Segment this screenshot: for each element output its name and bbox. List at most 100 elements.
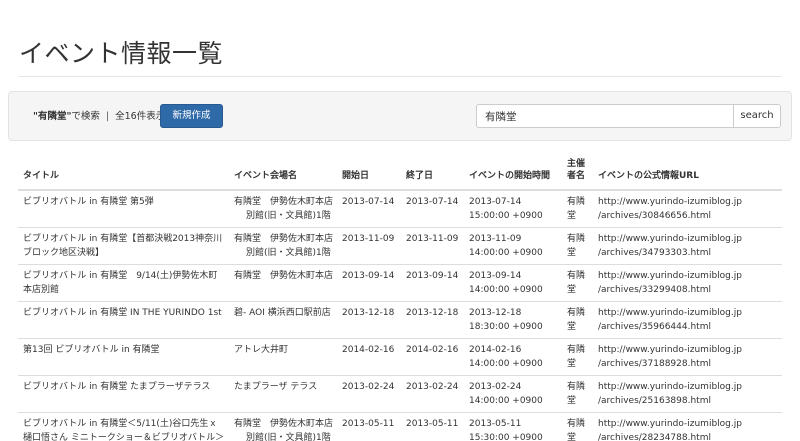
cell-start-date: 2013-07-14 bbox=[337, 189, 401, 228]
cell-title: ビブリオバトル in 有隣堂【首都決戦2013神奈川ブロック地区決戦】 bbox=[18, 227, 229, 265]
start-time-clock: 14:00:00 +0900 bbox=[469, 247, 543, 258]
start-time-clock: 14:00:00 +0900 bbox=[469, 358, 543, 369]
url-line: http://www.yurindo-izumiblog.jp bbox=[598, 197, 742, 207]
venue-line-sub: 別館(旧・文具館)1階 bbox=[246, 247, 331, 258]
url-line: /archives/33299408.html bbox=[598, 284, 711, 295]
column-header-url[interactable]: イベントの公式情報URL bbox=[593, 156, 782, 191]
cell-start-time: 2013-05-11 15:30:00 +0900 bbox=[464, 412, 562, 441]
new-event-button[interactable]: 新規作成 bbox=[160, 104, 223, 128]
cell-venue: アトレ大井町 bbox=[229, 338, 337, 376]
cell-start-time: 2013-09-14 14:00:00 +0900 bbox=[464, 264, 562, 302]
cell-start-time: 2014-02-16 14:00:00 +0900 bbox=[464, 338, 562, 376]
table-row[interactable]: 第13回 ビブリオバトル in 有隣堂 アトレ大井町 2014-02-16 20… bbox=[18, 338, 782, 376]
start-time-clock: 18:30:00 +0900 bbox=[469, 321, 543, 332]
cell-venue: 有隣堂 伊勢佐木町本店別館(旧・文具館)1階 bbox=[229, 412, 337, 441]
cell-url[interactable]: http://www.yurindo-izumiblog.jp/archives… bbox=[593, 227, 782, 265]
start-time-date: 2013-07-14 bbox=[469, 197, 522, 207]
cell-start-date: 2013-05-11 bbox=[337, 412, 401, 441]
url-line: /archives/35966444.html bbox=[598, 321, 711, 332]
cell-venue: たまプラーザ テラス bbox=[229, 375, 337, 413]
cell-url[interactable]: http://www.yurindo-izumiblog.jp/archives… bbox=[593, 338, 782, 376]
cell-title: ビブリオバトル in 有隣堂＜5/11(土)谷口先生ｘ樋口悟さん ミニトークショ… bbox=[18, 412, 229, 441]
cell-start-time: 2013-02-24 14:00:00 +0900 bbox=[464, 375, 562, 413]
column-header-venue[interactable]: イベント会場名 bbox=[229, 156, 337, 191]
start-time-date: 2013-09-14 bbox=[469, 271, 522, 281]
url-line: http://www.yurindo-izumiblog.jp bbox=[598, 345, 742, 355]
start-time-clock: 15:00:00 +0900 bbox=[469, 210, 543, 221]
venue-line-sub: 別館(旧・文具館)1階 bbox=[246, 210, 331, 221]
cell-organizer: 有隣堂 bbox=[562, 189, 593, 228]
table-row[interactable]: ビブリオバトル in 有隣堂 9/14(土)伊勢佐木町本店別館 有隣堂 伊勢佐木… bbox=[18, 264, 782, 302]
cell-title: ビブリオバトル in 有隣堂 9/14(土)伊勢佐木町本店別館 bbox=[18, 264, 229, 302]
result-count: 全16件表示 bbox=[115, 111, 166, 122]
cell-start-date: 2014-02-16 bbox=[337, 338, 401, 376]
cell-end-date: 2013-11-09 bbox=[401, 227, 464, 265]
cell-end-date: 2013-09-14 bbox=[401, 264, 464, 302]
cell-title: ビブリオバトル in 有隣堂 IN THE YURINDO 1st bbox=[18, 301, 229, 339]
page-title: イベント情報一覧 bbox=[19, 39, 224, 68]
search-query-suffix: で検索 bbox=[71, 111, 100, 122]
summary-separator: | bbox=[105, 111, 110, 122]
cell-url[interactable]: http://www.yurindo-izumiblog.jp/archives… bbox=[593, 264, 782, 302]
cell-start-date: 2013-11-09 bbox=[337, 227, 401, 265]
url-line: /archives/34793303.html bbox=[598, 247, 711, 258]
table-header-row: タイトル イベント会場名 開始日 終了日 イベントの開始時間 主催者名 イベント… bbox=[18, 156, 782, 191]
cell-start-time: 2013-07-14 15:00:00 +0900 bbox=[464, 189, 562, 228]
cell-url[interactable]: http://www.yurindo-izumiblog.jp/archives… bbox=[593, 301, 782, 339]
url-line: /archives/30846656.html bbox=[598, 210, 711, 221]
cell-start-time: 2013-12-18 18:30:00 +0900 bbox=[464, 301, 562, 339]
column-header-organizer[interactable]: 主催者名 bbox=[562, 156, 593, 191]
venue-line: 有隣堂 伊勢佐木町本店 bbox=[234, 271, 334, 281]
venue-line: アトレ大井町 bbox=[234, 345, 289, 355]
search-button[interactable]: search bbox=[733, 104, 781, 128]
cell-url[interactable]: http://www.yurindo-izumiblog.jp/archives… bbox=[593, 412, 782, 441]
url-line: /archives/37188928.html bbox=[598, 358, 711, 369]
cell-start-date: 2013-09-14 bbox=[337, 264, 401, 302]
venue-line: 有隣堂 伊勢佐木町本店 bbox=[234, 419, 334, 429]
cell-end-date: 2013-12-18 bbox=[401, 301, 464, 339]
table-row[interactable]: ビブリオバトル in 有隣堂 たまプラーザテラス たまプラーザ テラス 2013… bbox=[18, 375, 782, 413]
cell-organizer: 有隣堂 bbox=[562, 412, 593, 441]
venue-line: たまプラーザ テラス bbox=[234, 382, 318, 392]
table-row[interactable]: ビブリオバトル in 有隣堂＜5/11(土)谷口先生ｘ樋口悟さん ミニトークショ… bbox=[18, 412, 782, 441]
venue-line: 有隣堂 伊勢佐木町本店 bbox=[234, 197, 334, 207]
cell-title: ビブリオバトル in 有隣堂 たまプラーザテラス bbox=[18, 375, 229, 413]
cell-organizer: 有隣堂 bbox=[562, 375, 593, 413]
cell-organizer: 有隣堂 bbox=[562, 227, 593, 265]
url-line: /archives/25163898.html bbox=[598, 395, 711, 406]
column-header-title[interactable]: タイトル bbox=[18, 156, 229, 191]
cell-title: 第13回 ビブリオバトル in 有隣堂 bbox=[18, 338, 229, 376]
cell-url[interactable]: http://www.yurindo-izumiblog.jp/archives… bbox=[593, 189, 782, 228]
table-row[interactable]: ビブリオバトル in 有隣堂【首都決戦2013神奈川ブロック地区決戦】 有隣堂 … bbox=[18, 227, 782, 265]
cell-start-date: 2013-12-18 bbox=[337, 301, 401, 339]
venue-line-sub: 別館(旧・文具館)1階 bbox=[246, 432, 331, 441]
cell-url[interactable]: http://www.yurindo-izumiblog.jp/archives… bbox=[593, 375, 782, 413]
table-row[interactable]: ビブリオバトル in 有隣堂 第5弾 有隣堂 伊勢佐木町本店別館(旧・文具館)1… bbox=[18, 189, 782, 228]
start-time-date: 2013-02-24 bbox=[469, 382, 522, 392]
search-query-display: "有隣堂" bbox=[33, 111, 72, 122]
cell-venue: 有隣堂 伊勢佐木町本店別館(旧・文具館)1階 bbox=[229, 189, 337, 228]
url-line: http://www.yurindo-izumiblog.jp bbox=[598, 419, 742, 429]
title-divider bbox=[19, 76, 781, 77]
cell-end-date: 2013-02-24 bbox=[401, 375, 464, 413]
column-header-end-date[interactable]: 終了日 bbox=[401, 156, 464, 191]
table-row[interactable]: ビブリオバトル in 有隣堂 IN THE YURINDO 1st 碧- AOI… bbox=[18, 301, 782, 339]
url-line: http://www.yurindo-izumiblog.jp bbox=[598, 234, 742, 244]
start-time-clock: 15:30:00 +0900 bbox=[469, 432, 543, 441]
cell-end-date: 2014-02-16 bbox=[401, 338, 464, 376]
cell-start-time: 2013-11-09 14:00:00 +0900 bbox=[464, 227, 562, 265]
cell-start-date: 2013-02-24 bbox=[337, 375, 401, 413]
start-time-date: 2013-11-09 bbox=[469, 234, 522, 244]
column-header-start-time[interactable]: イベントの開始時間 bbox=[464, 156, 562, 191]
start-time-date: 2013-12-18 bbox=[469, 308, 522, 318]
events-table: タイトル イベント会場名 開始日 終了日 イベントの開始時間 主催者名 イベント… bbox=[18, 156, 782, 441]
venue-line: 有隣堂 伊勢佐木町本店 bbox=[234, 234, 334, 244]
url-line: http://www.yurindo-izumiblog.jp bbox=[598, 308, 742, 318]
search-toolbar: "有隣堂"で検索 | 全16件表示 新規作成 search bbox=[8, 91, 792, 141]
cell-title: ビブリオバトル in 有隣堂 第5弾 bbox=[18, 189, 229, 228]
cell-organizer: 有隣堂 bbox=[562, 264, 593, 302]
search-input[interactable] bbox=[476, 104, 733, 128]
venue-line: 碧- AOI 横浜西口駅前店 bbox=[234, 308, 331, 318]
column-header-start-date[interactable]: 開始日 bbox=[337, 156, 401, 191]
url-line: http://www.yurindo-izumiblog.jp bbox=[598, 382, 742, 392]
